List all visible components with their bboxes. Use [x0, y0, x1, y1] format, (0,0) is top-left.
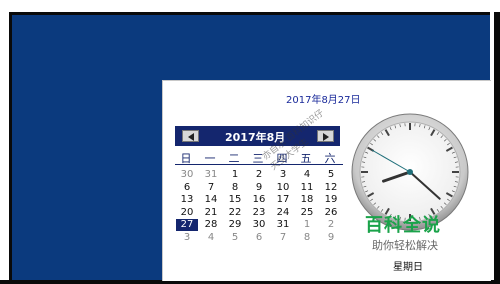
calendar-day[interactable]: 4 — [296, 169, 318, 181]
calendar-day[interactable]: 23 — [248, 207, 270, 219]
calendar-day[interactable]: 3 — [272, 169, 294, 181]
calendar-day[interactable]: 1 — [224, 169, 246, 181]
calendar-day[interactable]: 26 — [320, 207, 342, 219]
calendar-day[interactable]: 20 — [176, 207, 198, 219]
calendar-day[interactable]: 5 — [320, 169, 342, 181]
window-frame-left — [0, 0, 9, 284]
weekday-label: 四 — [276, 152, 288, 165]
calendar-day[interactable]: 4 — [200, 232, 222, 244]
calendar-day[interactable]: 8 — [296, 232, 318, 244]
weekday-label: 三 — [252, 152, 264, 165]
window-frame-right — [494, 12, 500, 284]
calendar-day[interactable]: 28 — [200, 219, 222, 231]
calendar-day[interactable]: 30 — [176, 169, 198, 181]
calendar-day[interactable]: 3 — [176, 232, 198, 244]
triangle-left-icon — [188, 133, 194, 141]
calendar-day[interactable]: 18 — [296, 194, 318, 206]
calendar-day[interactable]: 21 — [200, 207, 222, 219]
calendar-day[interactable]: 24 — [272, 207, 294, 219]
calendar-day[interactable]: 8 — [224, 182, 246, 194]
triangle-right-icon — [323, 133, 329, 141]
calendar-day[interactable]: 14 — [200, 194, 222, 206]
calendar-day[interactable]: 30 — [248, 219, 270, 231]
calendar-day[interactable]: 17 — [272, 194, 294, 206]
calendar-day[interactable]: 2 — [248, 169, 270, 181]
current-date-text: 2017年8月27日 — [286, 95, 361, 106]
calendar-day[interactable]: 7 — [200, 182, 222, 194]
calendar-day[interactable]: 7 — [272, 232, 294, 244]
calendar-day[interactable]: 31 — [272, 219, 294, 231]
weekday-text: 星期日 — [393, 262, 423, 273]
calendar-day[interactable]: 6 — [176, 182, 198, 194]
calendar-day[interactable]: 5 — [224, 232, 246, 244]
calendar-day[interactable]: 16 — [248, 194, 270, 206]
brand-title: 百科全说 — [365, 215, 441, 236]
next-month-button[interactable] — [317, 130, 334, 142]
calendar-day[interactable]: 29 — [224, 219, 246, 231]
calendar-day[interactable]: 1 — [296, 219, 318, 231]
calendar-day[interactable]: 31 — [200, 169, 222, 181]
calendar-day[interactable]: 9 — [248, 182, 270, 194]
weekday-header-row: 日 一 二 三 四 五 六 — [175, 150, 343, 165]
calendar-day[interactable]: 15 — [224, 194, 246, 206]
calendar-day[interactable]: 22 — [224, 207, 246, 219]
calendar-day[interactable]: 9 — [320, 232, 342, 244]
calendar-day[interactable]: 11 — [296, 182, 318, 194]
previous-month-button[interactable] — [182, 130, 199, 142]
calendar-day[interactable]: 6 — [248, 232, 270, 244]
window-frame-top-shadow — [9, 12, 500, 15]
calendar-day[interactable]: 12 — [320, 182, 342, 194]
calendar-day-selected[interactable]: 27 — [175, 218, 199, 232]
weekday-label: 日 — [180, 152, 192, 165]
weekday-label: 一 — [204, 152, 216, 165]
calendar-day[interactable]: 19 — [320, 194, 342, 206]
calendar-day[interactable]: 25 — [296, 207, 318, 219]
window-frame-top — [0, 0, 500, 12]
calendar-month-title: 2017年8月 — [225, 131, 286, 144]
calendar-day[interactable]: 10 — [272, 182, 294, 194]
weekday-label: 二 — [228, 152, 240, 165]
weekday-label: 五 — [300, 152, 312, 165]
calendar-day[interactable]: 13 — [176, 194, 198, 206]
calendar-day[interactable]: 2 — [320, 219, 342, 231]
brand-subtitle: 助你轻松解决 — [372, 239, 438, 252]
window-frame-left-shadow — [9, 12, 12, 284]
weekday-label: 六 — [324, 152, 336, 165]
